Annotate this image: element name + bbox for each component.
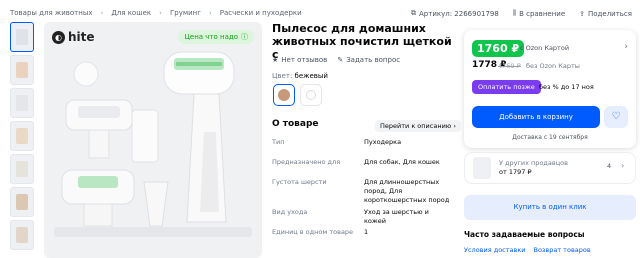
chevron-right-icon[interactable]: › [624, 42, 628, 52]
color-swatch-beige[interactable] [273, 84, 295, 106]
chevron-right-icon: › [100, 9, 104, 17]
thumbnail[interactable] [10, 187, 34, 217]
spec-value: Уход за шерстью и кожей [364, 208, 429, 225]
spec-value: Пуходерка [364, 138, 402, 146]
product-illustration [54, 51, 252, 237]
spec-key: Единиц в одном товаре [272, 228, 354, 236]
color-label-text: Цвет: [272, 72, 293, 80]
share-button[interactable]: ⇪ Поделиться [579, 10, 632, 18]
reviews-link[interactable]: ★ Нет отзывов [272, 56, 327, 64]
thumbnail-list [10, 22, 36, 250]
price-card: 1760 ₽ с Ozon Картой › 1778 ₽ 4769 ₽ без… [464, 30, 636, 148]
chevron-right-icon: › [208, 9, 212, 17]
about-title: О товаре [272, 119, 319, 129]
top-actions: ⧉ Артикул: 2266901798 ⫼ В сравнение ⇪ По… [411, 9, 632, 18]
share-label: Поделиться [588, 9, 632, 18]
card-price: 1760 ₽ [472, 40, 525, 57]
faq-link-returns[interactable]: Возврат товаров [534, 246, 591, 254]
faq-links: Условия доставки Возврат товаров [464, 246, 591, 254]
compare-button[interactable]: ⫼ В сравнение [513, 9, 565, 18]
buy-one-click-button[interactable]: Купить в один клик [464, 195, 636, 220]
product-meta: ★ Нет отзывов ✎ Задать вопрос [272, 56, 400, 64]
breadcrumb-item[interactable]: Для кошек [111, 9, 151, 17]
spec-key: Предназначено для [272, 158, 341, 166]
add-to-cart-button[interactable]: Добавить в корзину [472, 106, 600, 128]
breadcrumb: Товары для животных › Для кошек › Грумин… [10, 9, 302, 17]
product-main-image[interactable]: ◐ hite Цена что надо ⓘ [44, 22, 262, 258]
other-sellers-price: от 1797 ₽ [499, 168, 532, 176]
breadcrumb-item[interactable]: Груминг [170, 9, 201, 17]
spec-value: Для собак, Для кошек [364, 158, 440, 166]
chevron-right-icon: › [159, 9, 162, 17]
chat-icon: ✎ [337, 56, 344, 64]
compare-label: В сравнение [519, 9, 566, 18]
breadcrumb-item[interactable]: Товары для животных [10, 9, 93, 17]
thumbnail[interactable] [10, 121, 34, 151]
sellers-count: 4 [607, 162, 612, 170]
price-note: без Ozon Карты [526, 62, 580, 70]
color-swatch-white[interactable] [300, 84, 322, 106]
article-number: Артикул: 2266901798 [419, 9, 499, 18]
seller-thumbnail [473, 157, 491, 179]
installment-note: без % до 17 ноя [539, 83, 594, 91]
article-copy[interactable]: ⧉ Артикул: 2266901798 [411, 9, 499, 18]
good-price-badge[interactable]: Цена что надо ⓘ [178, 30, 254, 44]
star-icon: ★ [272, 56, 279, 64]
spec-key: Вид ухода [272, 208, 308, 216]
brand-logo-mark: ◐ [52, 30, 65, 44]
share-icon: ⇪ [579, 9, 586, 18]
old-price: 4769 ₽ [498, 62, 521, 70]
other-sellers-label: У других продавцов [499, 159, 568, 167]
color-value: бежевый [294, 72, 328, 80]
article-icon: ⧉ [411, 9, 417, 17]
chevron-right-icon: › [453, 122, 456, 130]
color-label: Цвет: бежевый [272, 72, 328, 80]
other-sellers[interactable]: У других продавцов от 1797 ₽ 4 › [464, 152, 636, 184]
ask-question-link[interactable]: ✎ Задать вопрос [337, 56, 400, 64]
brand-logo-text: hite [68, 30, 95, 44]
brand-logo: ◐ hite [52, 30, 95, 44]
pay-later-button[interactable]: Оплатить позже [472, 80, 541, 94]
reviews-label: Нет отзывов [281, 56, 328, 64]
info-icon: ⓘ [241, 33, 248, 41]
thumbnail[interactable] [10, 55, 34, 85]
spec-key: Тип [272, 138, 285, 146]
faq-title: Часто задаваемые вопросы [464, 230, 585, 239]
compare-icon: ⫼ [512, 9, 517, 17]
thumbnail[interactable] [10, 220, 34, 250]
spec-value: 1 [364, 228, 369, 236]
card-price-note: с Ozon Картой [520, 44, 570, 52]
good-price-label: Цена что надо [184, 33, 238, 41]
thumbnail[interactable] [10, 88, 34, 118]
chevron-right-icon: › [621, 161, 625, 170]
thumbnail[interactable] [10, 154, 34, 184]
spec-key: Густота шерсти [272, 178, 327, 186]
spec-value: Для длинношерстных пород, Для короткошер… [364, 178, 450, 204]
thumbnail[interactable] [10, 22, 34, 52]
ask-question-label: Задать вопрос [346, 56, 401, 64]
heart-icon[interactable]: ♡ [604, 106, 628, 128]
other-sellers-text: У других продавцов от 1797 ₽ [499, 159, 568, 177]
delivery-date: Доставка с 19 сентября [512, 134, 588, 141]
breadcrumb-item[interactable]: Расчески и пуходерки [220, 9, 302, 17]
go-to-description-label: Перейти к описанию [380, 122, 452, 130]
faq-link-delivery[interactable]: Условия доставки [464, 246, 526, 254]
go-to-description-link[interactable]: Перейти к описанию › [375, 120, 461, 132]
